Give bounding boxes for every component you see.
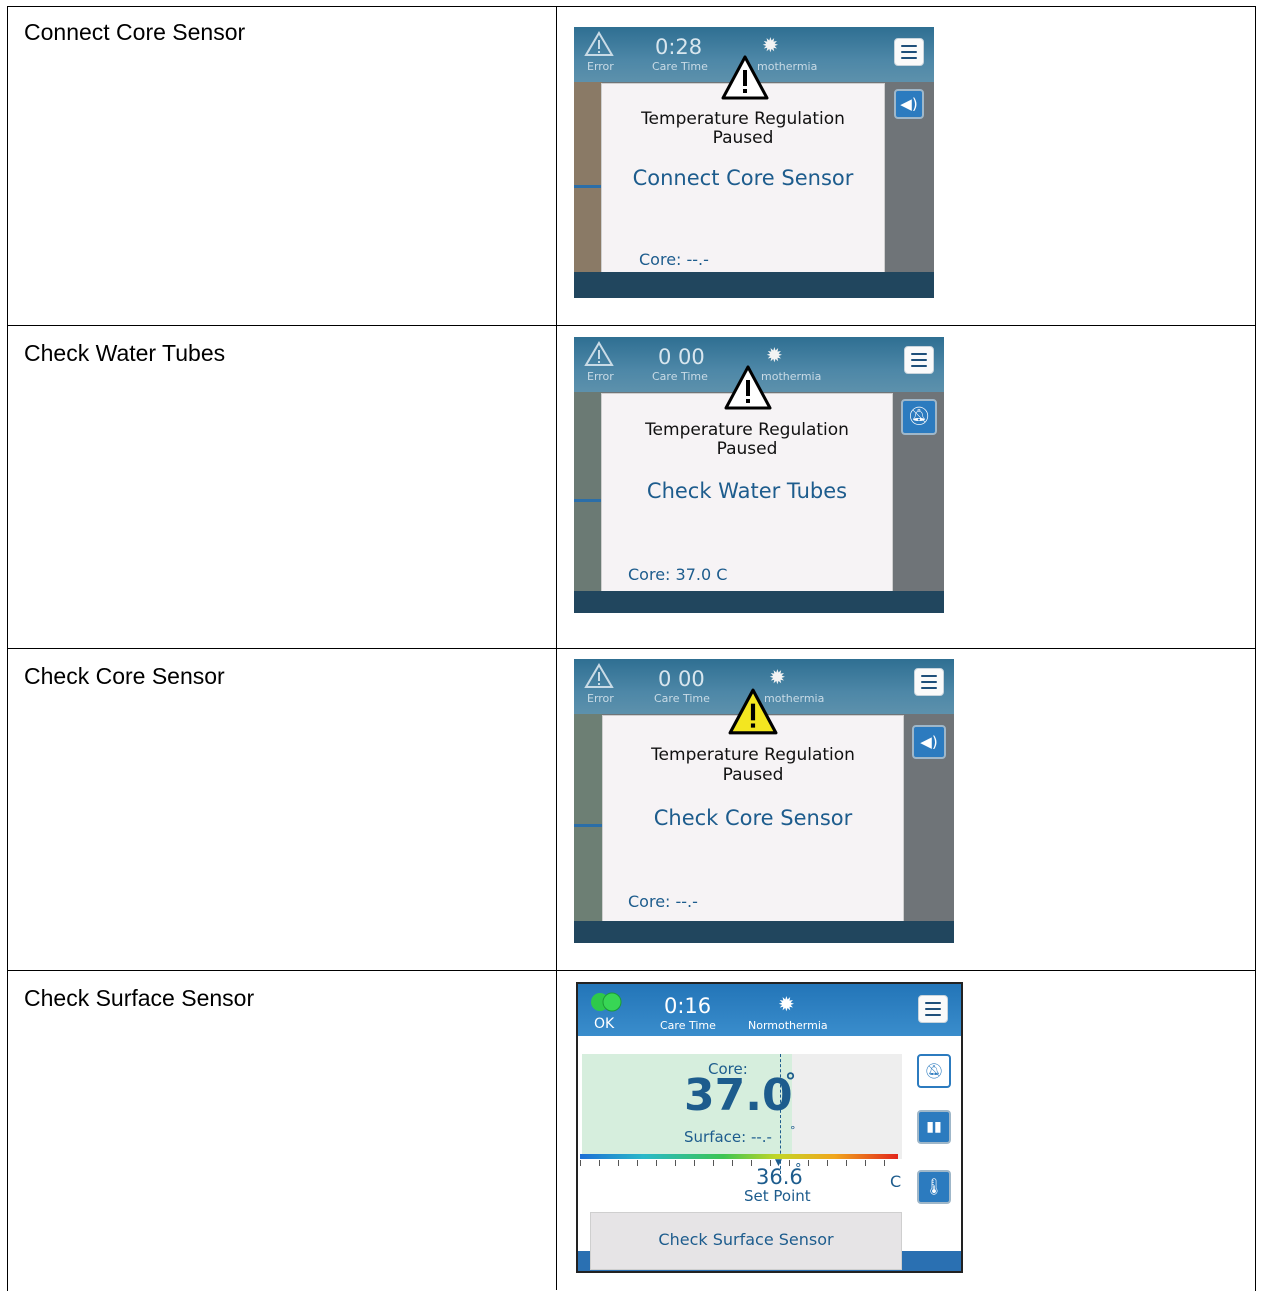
surface-readout: Surface: --.- xyxy=(684,1128,772,1146)
bottom-bar xyxy=(574,272,934,298)
warning-icon xyxy=(724,365,772,410)
care-time-caption: Care Time xyxy=(652,370,708,383)
status-label: OK xyxy=(594,1016,615,1032)
sun-icon: ✹ xyxy=(778,992,795,1016)
dialog-message: Connect Core Sensor xyxy=(632,166,854,190)
care-time-caption: Care Time xyxy=(660,1019,716,1032)
dialog-subtitle: Paused xyxy=(716,439,778,459)
dialog-title: Temperature Regulation xyxy=(641,109,845,129)
speaker-icon[interactable]: ◀) xyxy=(894,89,924,119)
menu-button[interactable] xyxy=(904,346,934,374)
set-point-degree: ° xyxy=(795,1162,802,1177)
row-divider xyxy=(7,648,1255,649)
ok-status-icon xyxy=(591,992,622,1012)
care-time-value: 0 00 xyxy=(658,667,705,691)
sun-icon: ✹ xyxy=(766,343,783,367)
device-screen-check-core: Error 0 00 Care Time ✹ mothermia ◀) Temp… xyxy=(574,659,954,943)
device-screen-check-surface: OK 0:16 Care Time ✹ Normothermia Core: 3… xyxy=(576,982,963,1273)
warning-icon xyxy=(721,55,769,100)
core-readout: Core: 37.0 C xyxy=(628,565,728,584)
warning-icon xyxy=(728,688,778,735)
alarm-silenced-icon[interactable]: 🔕︎ xyxy=(917,1054,951,1088)
dialog-message: Check Water Tubes xyxy=(646,479,848,503)
therapy-mode: Normothermia xyxy=(748,1019,828,1032)
row-divider xyxy=(7,970,1255,971)
device-screen-connect-core: Error 0:28 Care Time ✹ mothermia ◀) Temp… xyxy=(574,27,934,298)
unit-label: C xyxy=(890,1172,902,1191)
core-readout: Core: --.- xyxy=(628,892,698,911)
sun-icon: ✹ xyxy=(769,665,786,689)
core-readout: Core: --.- xyxy=(639,250,709,269)
menu-button[interactable] xyxy=(914,668,944,696)
row-label: Check Water Tubes xyxy=(24,340,226,366)
care-time-value: 0:16 xyxy=(664,994,712,1018)
row-divider xyxy=(7,325,1255,326)
trend-chart-icon[interactable]: ▮▮ xyxy=(917,1110,951,1144)
row-label: Check Surface Sensor xyxy=(24,985,255,1011)
temperature-scale xyxy=(580,1154,898,1159)
error-warning-icon xyxy=(584,341,614,366)
alert-dialog: Temperature Regulation Paused Connect Co… xyxy=(601,83,885,277)
device-screen-water-tubes: Error 0 00 Care Time ✹ mothermia 🔕︎ Temp… xyxy=(574,337,944,613)
core-temperature: 37.0 xyxy=(684,1070,793,1121)
status-label: Error xyxy=(587,370,614,383)
care-time-value: 0:28 xyxy=(655,35,703,59)
scale-ticks xyxy=(580,1160,898,1166)
row-label: Check Core Sensor xyxy=(24,663,225,689)
bottom-bar xyxy=(574,921,954,943)
alert-dialog: Temperature Regulation Paused Check Core… xyxy=(602,715,904,923)
dialog-title: Temperature Regulation xyxy=(651,745,855,765)
sun-icon: ✹ xyxy=(762,33,779,57)
alarm-silenced-icon[interactable]: 🔕︎ xyxy=(901,399,937,435)
set-point-label: Set Point xyxy=(744,1187,811,1205)
bottom-bar xyxy=(574,591,944,613)
background-line xyxy=(574,185,602,188)
dialog-title: Temperature Regulation xyxy=(645,420,849,440)
surface-degree: ° xyxy=(790,1124,796,1137)
background-line xyxy=(574,499,602,502)
message-button[interactable]: Check Surface Sensor xyxy=(590,1212,902,1270)
status-label: Error xyxy=(587,692,614,705)
speaker-icon[interactable]: ◀) xyxy=(912,725,946,759)
care-time-caption: Care Time xyxy=(654,692,710,705)
dialog-subtitle: Paused xyxy=(722,765,784,785)
dialog-message: Check Core Sensor xyxy=(653,806,853,830)
status-label: Error xyxy=(587,60,614,73)
thermometer-icon[interactable]: 🌡︎ xyxy=(917,1170,951,1204)
core-degree: ° xyxy=(785,1070,796,1095)
background-panel xyxy=(574,714,602,924)
care-time-value: 0 00 xyxy=(658,345,705,369)
background-panel xyxy=(574,392,602,592)
row-label: Connect Core Sensor xyxy=(24,19,246,45)
alert-dialog: Temperature Regulation Paused Check Wate… xyxy=(601,393,893,592)
error-warning-icon xyxy=(584,663,614,688)
background-panel xyxy=(574,82,602,282)
menu-button[interactable] xyxy=(918,995,948,1023)
error-warning-icon xyxy=(584,31,614,56)
background-line xyxy=(574,824,602,827)
care-time-caption: Care Time xyxy=(652,60,708,73)
dialog-subtitle: Paused xyxy=(712,128,774,148)
menu-button[interactable] xyxy=(894,38,924,66)
